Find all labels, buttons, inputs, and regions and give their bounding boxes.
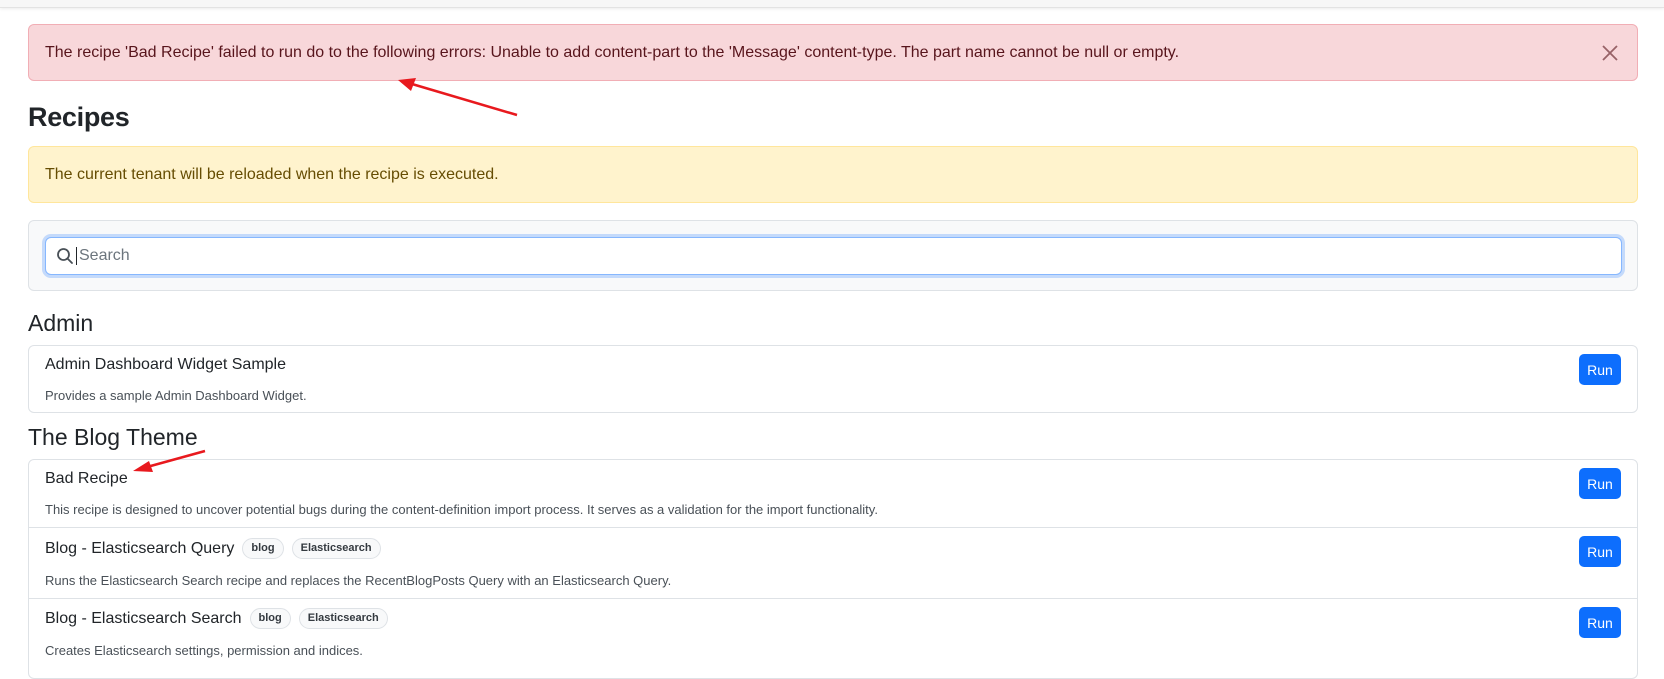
tag-badge: blog	[242, 538, 284, 559]
recipe-name-text: Blog - Elasticsearch Query	[45, 539, 235, 557]
run-button[interactable]: Run	[1579, 468, 1621, 499]
close-icon[interactable]	[1597, 40, 1623, 66]
recipe-name-text: Bad Recipe	[45, 470, 128, 487]
recipe-item: Bad Recipe This recipe is designed to un…	[29, 460, 1637, 528]
tag-badge: Elasticsearch	[291, 538, 381, 559]
recipe-description: Creates Elasticsearch settings, permissi…	[45, 643, 363, 658]
error-alert: The recipe 'Bad Recipe' failed to run do…	[28, 24, 1638, 81]
annotation-arrow-error	[398, 78, 518, 117]
group-title-admin: Admin	[28, 310, 94, 336]
group-title-blog-theme: The Blog Theme	[28, 424, 198, 450]
error-alert-message: The recipe 'Bad Recipe' failed to run do…	[45, 43, 1180, 61]
run-button[interactable]: Run	[1579, 354, 1621, 385]
recipe-description: This recipe is designed to uncover poten…	[45, 502, 878, 517]
recipe-description: Provides a sample Admin Dashboard Widget…	[45, 388, 307, 403]
recipe-name: Bad Recipe	[45, 470, 128, 488]
tag-badge: blog	[249, 608, 291, 629]
search-icon	[56, 247, 74, 265]
recipe-name-text: Admin Dashboard Widget Sample	[45, 356, 287, 373]
warning-alert-message: The current tenant will be reloaded when…	[45, 165, 499, 183]
run-button[interactable]: Run	[1579, 536, 1621, 567]
recipe-description: Runs the Elasticsearch Search recipe and…	[45, 573, 672, 588]
warning-alert: The current tenant will be reloaded when…	[28, 146, 1638, 203]
search-box[interactable]	[45, 237, 1622, 275]
run-button[interactable]: Run	[1579, 607, 1621, 638]
recipe-item: Admin Dashboard Widget Sample Provides a…	[29, 346, 1637, 412]
recipe-item: Blog - Elasticsearch Query blog Elastics…	[29, 528, 1637, 599]
recipe-name: Blog - Elasticsearch Search blog Elastic…	[45, 608, 388, 629]
recipe-name: Admin Dashboard Widget Sample	[45, 356, 286, 374]
recipe-list-admin: Admin Dashboard Widget Sample Provides a…	[28, 345, 1638, 413]
recipe-name: Blog - Elasticsearch Query blog Elastics…	[45, 538, 381, 559]
recipe-list-blog-theme: Bad Recipe This recipe is designed to un…	[28, 459, 1638, 679]
search-input[interactable]	[77, 238, 1621, 274]
top-navbar	[0, 0, 1664, 8]
recipe-name-text: Blog - Elasticsearch Search	[45, 609, 242, 627]
recipe-item: Blog - Elasticsearch Search blog Elastic…	[29, 599, 1637, 678]
tag-badge: Elasticsearch	[298, 608, 388, 629]
search-card	[28, 220, 1638, 291]
page-title: Recipes	[28, 102, 130, 132]
